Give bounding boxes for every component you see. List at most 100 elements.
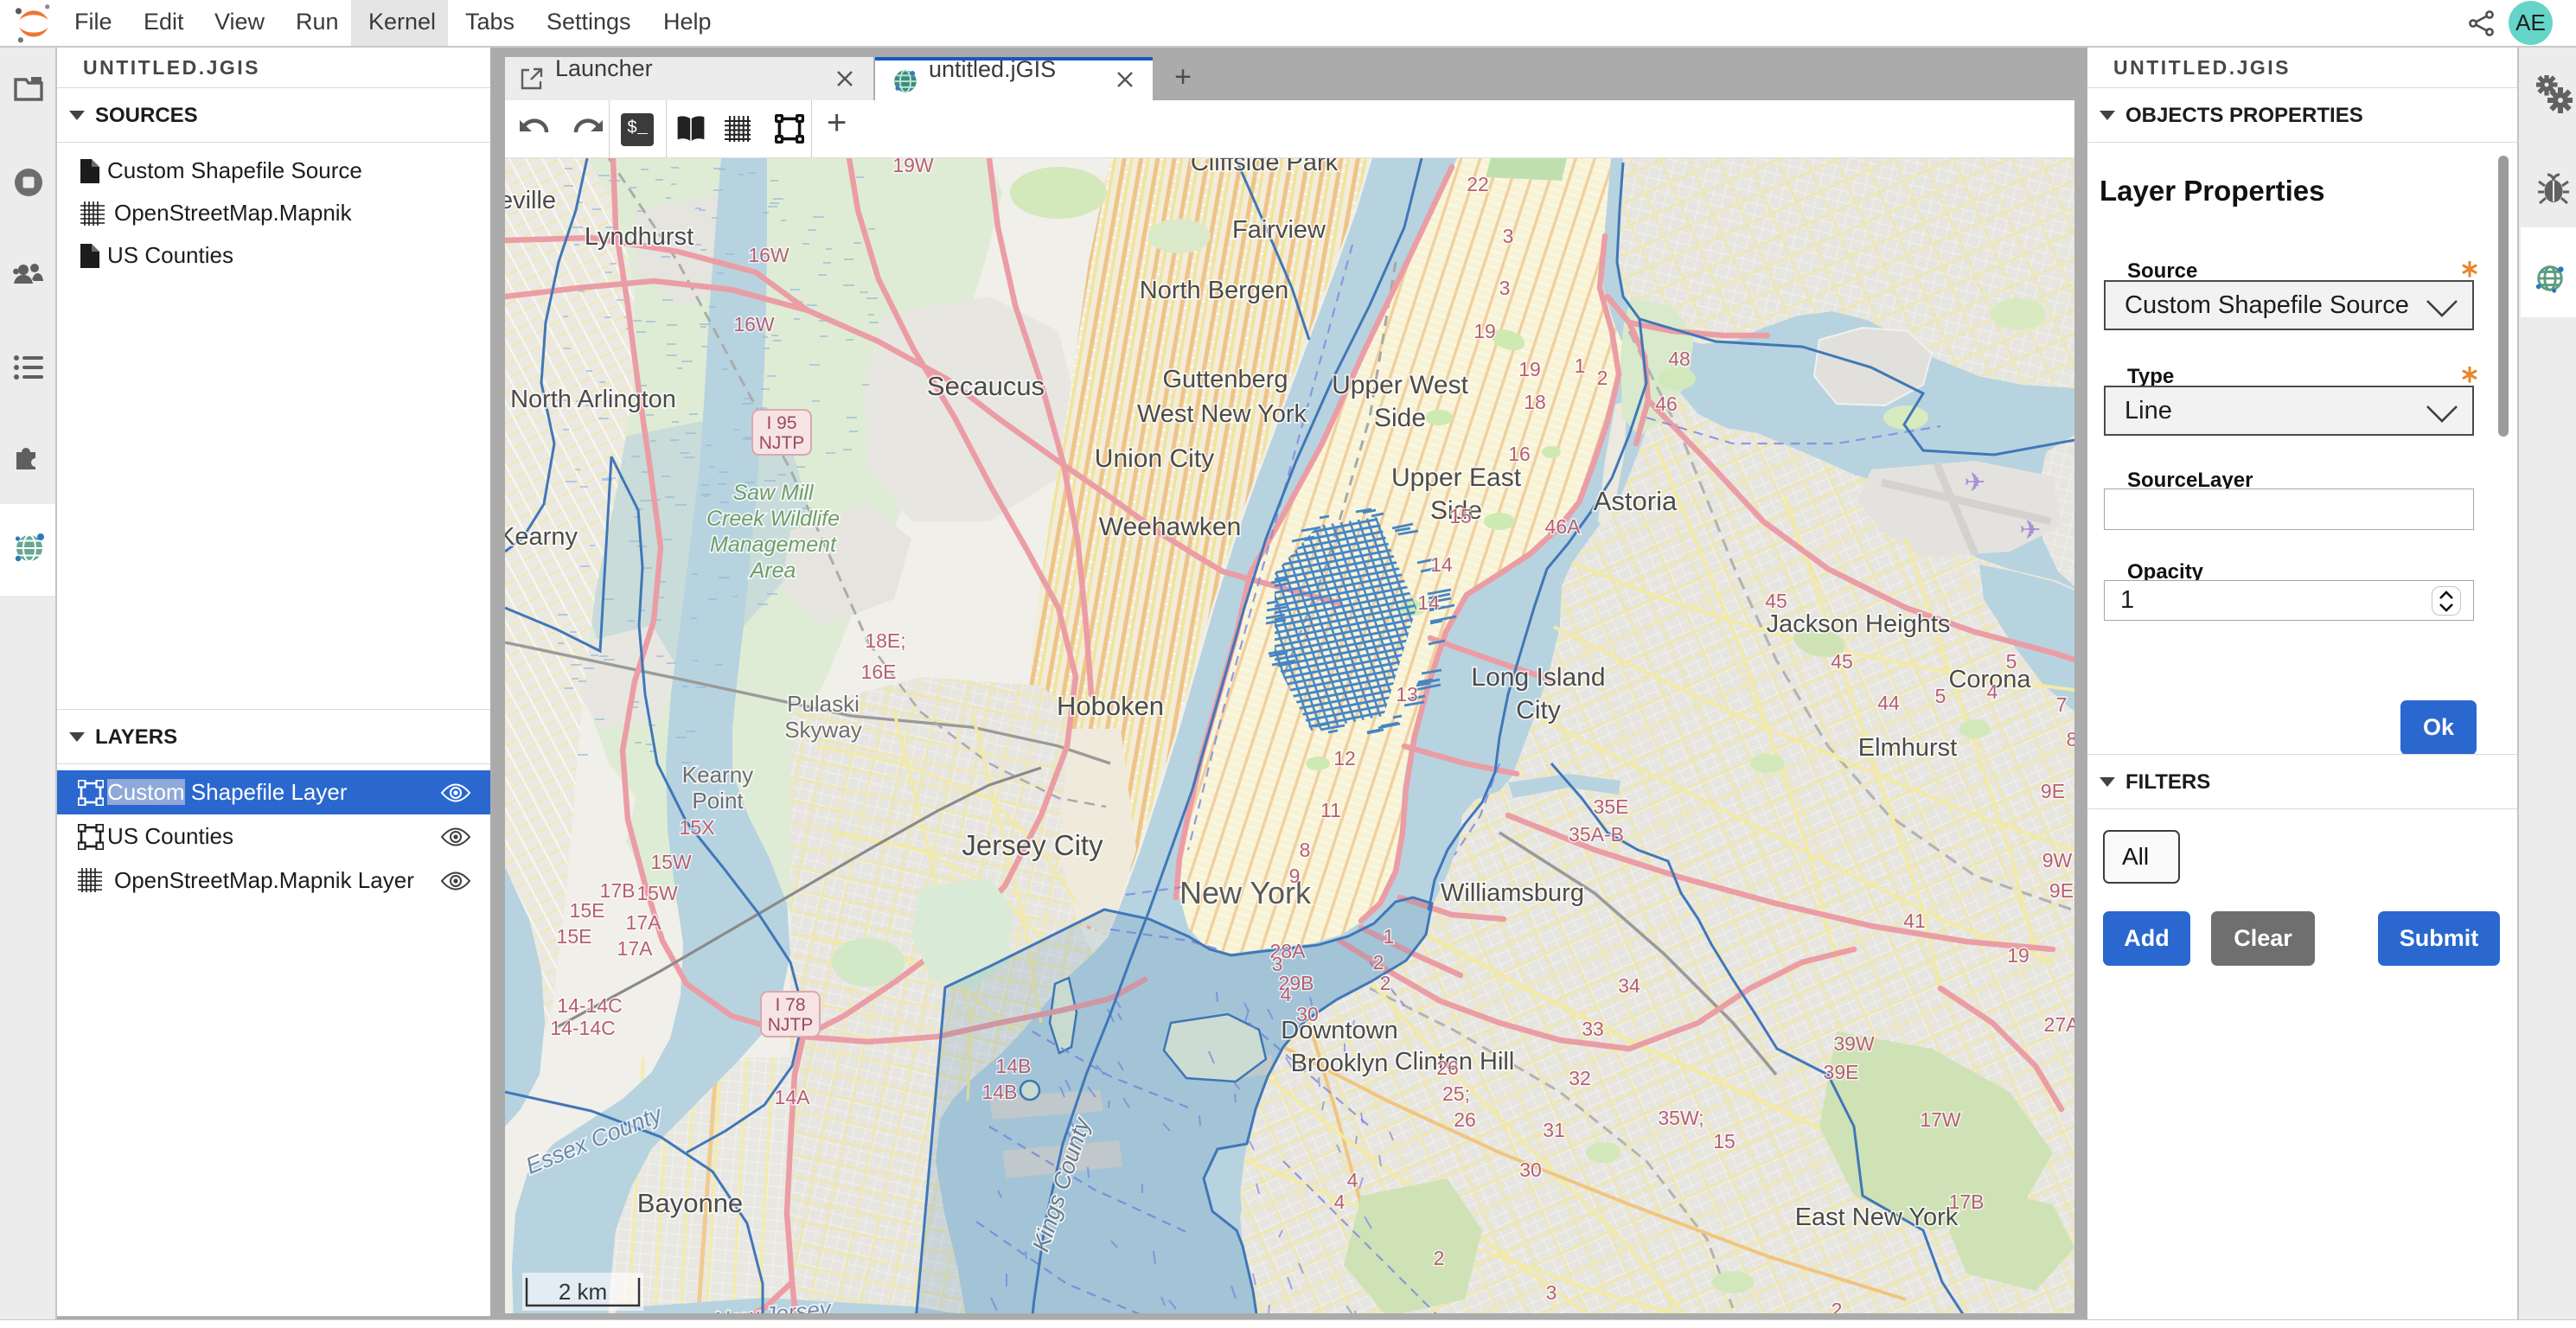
svg-text:17B: 17B [600, 879, 636, 902]
svg-text:Lyndhurst: Lyndhurst [585, 223, 694, 251]
svg-text:Upper West: Upper West [1332, 371, 1469, 399]
svg-text:30: 30 [1296, 1003, 1319, 1025]
svg-text:34: 34 [1618, 974, 1640, 997]
svg-text:45: 45 [1831, 650, 1853, 673]
svg-text:4: 4 [1987, 680, 1998, 703]
svg-text:2: 2 [1831, 1299, 1843, 1313]
svg-text:2 km: 2 km [559, 1279, 607, 1305]
svg-text:Management: Management [710, 533, 837, 557]
svg-text:Guttenberg: Guttenberg [1162, 366, 1288, 393]
svg-text:eville: eville [505, 187, 556, 214]
svg-text:Jersey City: Jersey City [962, 829, 1103, 861]
svg-text:35E: 35E [1594, 795, 1629, 818]
svg-text:Long Island: Long Island [1471, 663, 1605, 692]
svg-text:8: 8 [2067, 728, 2074, 750]
svg-text:14B: 14B [996, 1055, 1032, 1077]
svg-text:East New York: East New York [1795, 1204, 1959, 1231]
svg-text:1: 1 [1575, 354, 1586, 377]
svg-text:31: 31 [1543, 1119, 1565, 1141]
svg-text:33: 33 [1582, 1018, 1604, 1040]
svg-text:Elmhurst: Elmhurst [1858, 734, 1957, 762]
svg-text:8: 8 [1300, 839, 1311, 861]
svg-text:17B: 17B [1949, 1191, 1985, 1213]
svg-text:Kearny: Kearny [505, 523, 578, 551]
svg-text:3: 3 [1503, 225, 1514, 247]
svg-text:Fairview: Fairview [1232, 216, 1326, 244]
svg-text:Cliffside Park: Cliffside Park [1191, 158, 1339, 176]
svg-text:✈: ✈ [1964, 469, 1985, 497]
svg-text:15X: 15X [680, 816, 715, 839]
svg-text:46A: 46A [1545, 515, 1582, 538]
svg-text:9E: 9E [2041, 780, 2065, 802]
svg-text:5: 5 [1935, 685, 1946, 707]
svg-text:17W: 17W [1920, 1108, 1961, 1131]
svg-text:32: 32 [1569, 1067, 1591, 1089]
svg-text:Side: Side [1374, 404, 1426, 432]
svg-text:19: 19 [1518, 358, 1541, 380]
svg-text:46: 46 [1655, 393, 1678, 415]
svg-text:15: 15 [1713, 1130, 1735, 1152]
svg-text:26: 26 [1436, 1057, 1459, 1079]
svg-text:35A-B: 35A-B [1569, 823, 1624, 846]
svg-text:Pulaski: Pulaski [787, 691, 860, 717]
svg-text:30: 30 [1519, 1159, 1542, 1181]
svg-text:16E: 16E [861, 661, 897, 683]
svg-text:I 78: I 78 [775, 995, 805, 1015]
svg-text:18: 18 [1524, 391, 1546, 413]
svg-text:2: 2 [1434, 1247, 1445, 1269]
svg-text:5: 5 [1563, 1312, 1575, 1313]
svg-text:NJTP: NJTP [768, 1015, 814, 1035]
svg-text:14B: 14B [982, 1081, 1018, 1103]
svg-text:44: 44 [1877, 692, 1900, 714]
svg-text:9E: 9E [2049, 879, 2074, 902]
svg-text:3: 3 [1499, 277, 1511, 299]
svg-text:19: 19 [2007, 944, 2029, 967]
svg-text:Bayonne: Bayonne [637, 1188, 743, 1218]
svg-text:17A: 17A [617, 937, 654, 960]
svg-text:Upper East: Upper East [1391, 463, 1522, 492]
svg-text:Kearny: Kearny [682, 762, 753, 788]
svg-text:Astoria: Astoria [1594, 486, 1678, 516]
svg-text:45: 45 [1765, 590, 1787, 612]
svg-text:15: 15 [1449, 505, 1472, 527]
svg-text:I 95: I 95 [766, 413, 796, 433]
svg-text:14: 14 [1430, 553, 1453, 576]
svg-text:Point: Point [692, 788, 744, 814]
svg-text:15E: 15E [557, 925, 592, 948]
svg-text:25;: 25; [1442, 1082, 1470, 1105]
svg-text:2: 2 [1380, 972, 1391, 994]
svg-text:14-14C: 14-14C [550, 1017, 615, 1039]
svg-text:13: 13 [1396, 683, 1418, 706]
svg-text:Area: Area [749, 559, 796, 583]
svg-text:West New York: West New York [1137, 400, 1307, 428]
svg-text:9W: 9W [2042, 849, 2073, 872]
svg-text:3: 3 [1272, 953, 1283, 975]
svg-text:19W: 19W [892, 158, 934, 176]
svg-text:5: 5 [2006, 650, 2017, 673]
svg-text:39E: 39E [1824, 1061, 1859, 1083]
svg-text:2: 2 [1373, 951, 1384, 974]
svg-text:15E: 15E [570, 899, 605, 922]
svg-text:12: 12 [1333, 747, 1356, 769]
svg-text:35W;: 35W; [1658, 1107, 1703, 1129]
svg-text:16W: 16W [733, 313, 775, 335]
svg-text:48: 48 [1668, 348, 1691, 370]
svg-text:Skyway: Skyway [784, 717, 862, 743]
svg-text:Secaucus: Secaucus [927, 371, 1045, 401]
svg-text:Jackson Heights: Jackson Heights [1767, 610, 1951, 638]
svg-text:2: 2 [1597, 367, 1608, 389]
svg-text:4: 4 [1281, 983, 1292, 1006]
svg-text:Hoboken: Hoboken [1057, 691, 1164, 721]
svg-text:26: 26 [1454, 1108, 1476, 1131]
svg-text:City: City [1516, 696, 1561, 725]
svg-text:9: 9 [1289, 865, 1301, 887]
svg-text:18E;: 18E; [865, 629, 905, 652]
svg-text:11: 11 [1320, 799, 1341, 821]
svg-text:Weehawken: Weehawken [1099, 513, 1242, 541]
svg-text:17A: 17A [626, 911, 662, 934]
svg-text:Union City: Union City [1095, 444, 1214, 473]
svg-text:22: 22 [1467, 173, 1489, 195]
svg-text:✈: ✈ [2019, 516, 2041, 545]
svg-text:14-14C: 14-14C [557, 994, 622, 1017]
svg-text:1: 1 [1384, 925, 1395, 948]
